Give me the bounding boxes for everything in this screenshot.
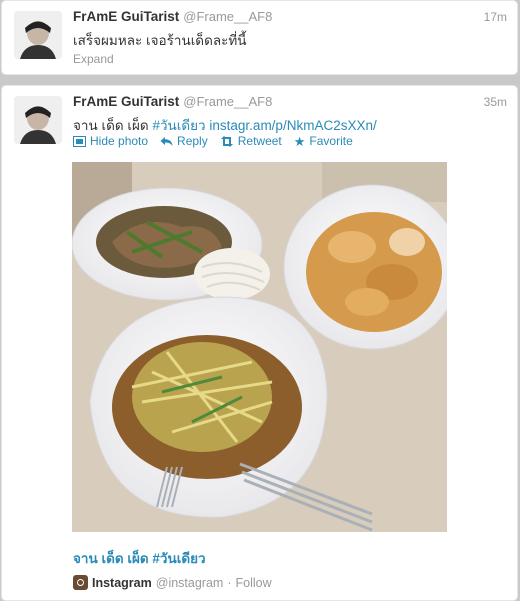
tweet-text: เสร็จผมหละ เจอร้านเด็ดละที่นี้	[73, 33, 247, 48]
timestamp[interactable]: 35m	[484, 95, 507, 109]
reply-icon	[160, 136, 173, 146]
author-name[interactable]: FrAmE GuiTarist @Frame__AF8	[73, 94, 272, 109]
separator: ·	[227, 575, 232, 590]
favorite-label: Favorite	[309, 134, 353, 148]
tweet-actions: Hide photo Reply Retweet ★ Favorite	[73, 134, 353, 148]
retweet-button[interactable]: Retweet	[220, 134, 282, 148]
retweet-label: Retweet	[237, 134, 282, 148]
source-handle[interactable]: @instagram	[156, 576, 224, 590]
avatar[interactable]	[14, 11, 62, 59]
photo-caption[interactable]: จาน เด็ด เผ็ด #วันเดียว	[73, 547, 206, 569]
url-link[interactable]: instagr.am/p/NkmAC2sXXn/	[209, 118, 376, 133]
author-handle[interactable]: @Frame__AF8	[183, 9, 272, 24]
star-icon: ★	[293, 133, 306, 149]
follow-link[interactable]: Follow	[236, 576, 272, 590]
tweet-text: จาน เด็ด เผ็ด #วันเดียว instagr.am/p/Nkm…	[73, 114, 377, 136]
hide-photo-label: Hide photo	[90, 134, 149, 148]
photo-source: Instagram @instagram · Follow	[73, 575, 272, 590]
timestamp[interactable]: 17m	[484, 10, 507, 24]
tweet-text-plain: จาน เด็ด เผ็ด	[73, 118, 149, 133]
display-name[interactable]: FrAmE GuiTarist	[73, 9, 179, 24]
instagram-icon[interactable]	[73, 575, 88, 590]
favorite-button[interactable]: ★ Favorite	[294, 134, 353, 148]
reply-button[interactable]: Reply	[160, 134, 208, 148]
display-name[interactable]: FrAmE GuiTarist	[73, 94, 179, 109]
author-name[interactable]: FrAmE GuiTarist @Frame__AF8	[73, 9, 272, 24]
hashtag-link[interactable]: #วันเดียว	[152, 118, 205, 133]
hide-photo-button[interactable]: Hide photo	[73, 134, 148, 148]
tweet-1[interactable]: FrAmE GuiTarist @Frame__AF8 17m เสร็จผมหล…	[1, 0, 518, 75]
source-app-name[interactable]: Instagram	[92, 576, 152, 590]
food-photo[interactable]	[72, 162, 447, 532]
retweet-icon	[220, 135, 233, 147]
author-handle[interactable]: @Frame__AF8	[183, 94, 272, 109]
tweet-2[interactable]: FrAmE GuiTarist @Frame__AF8 35m จาน เด็ด …	[1, 85, 518, 601]
expand-link[interactable]: Expand	[73, 52, 114, 66]
avatar[interactable]	[14, 96, 62, 144]
photo-icon	[73, 135, 86, 147]
reply-label: Reply	[177, 134, 208, 148]
